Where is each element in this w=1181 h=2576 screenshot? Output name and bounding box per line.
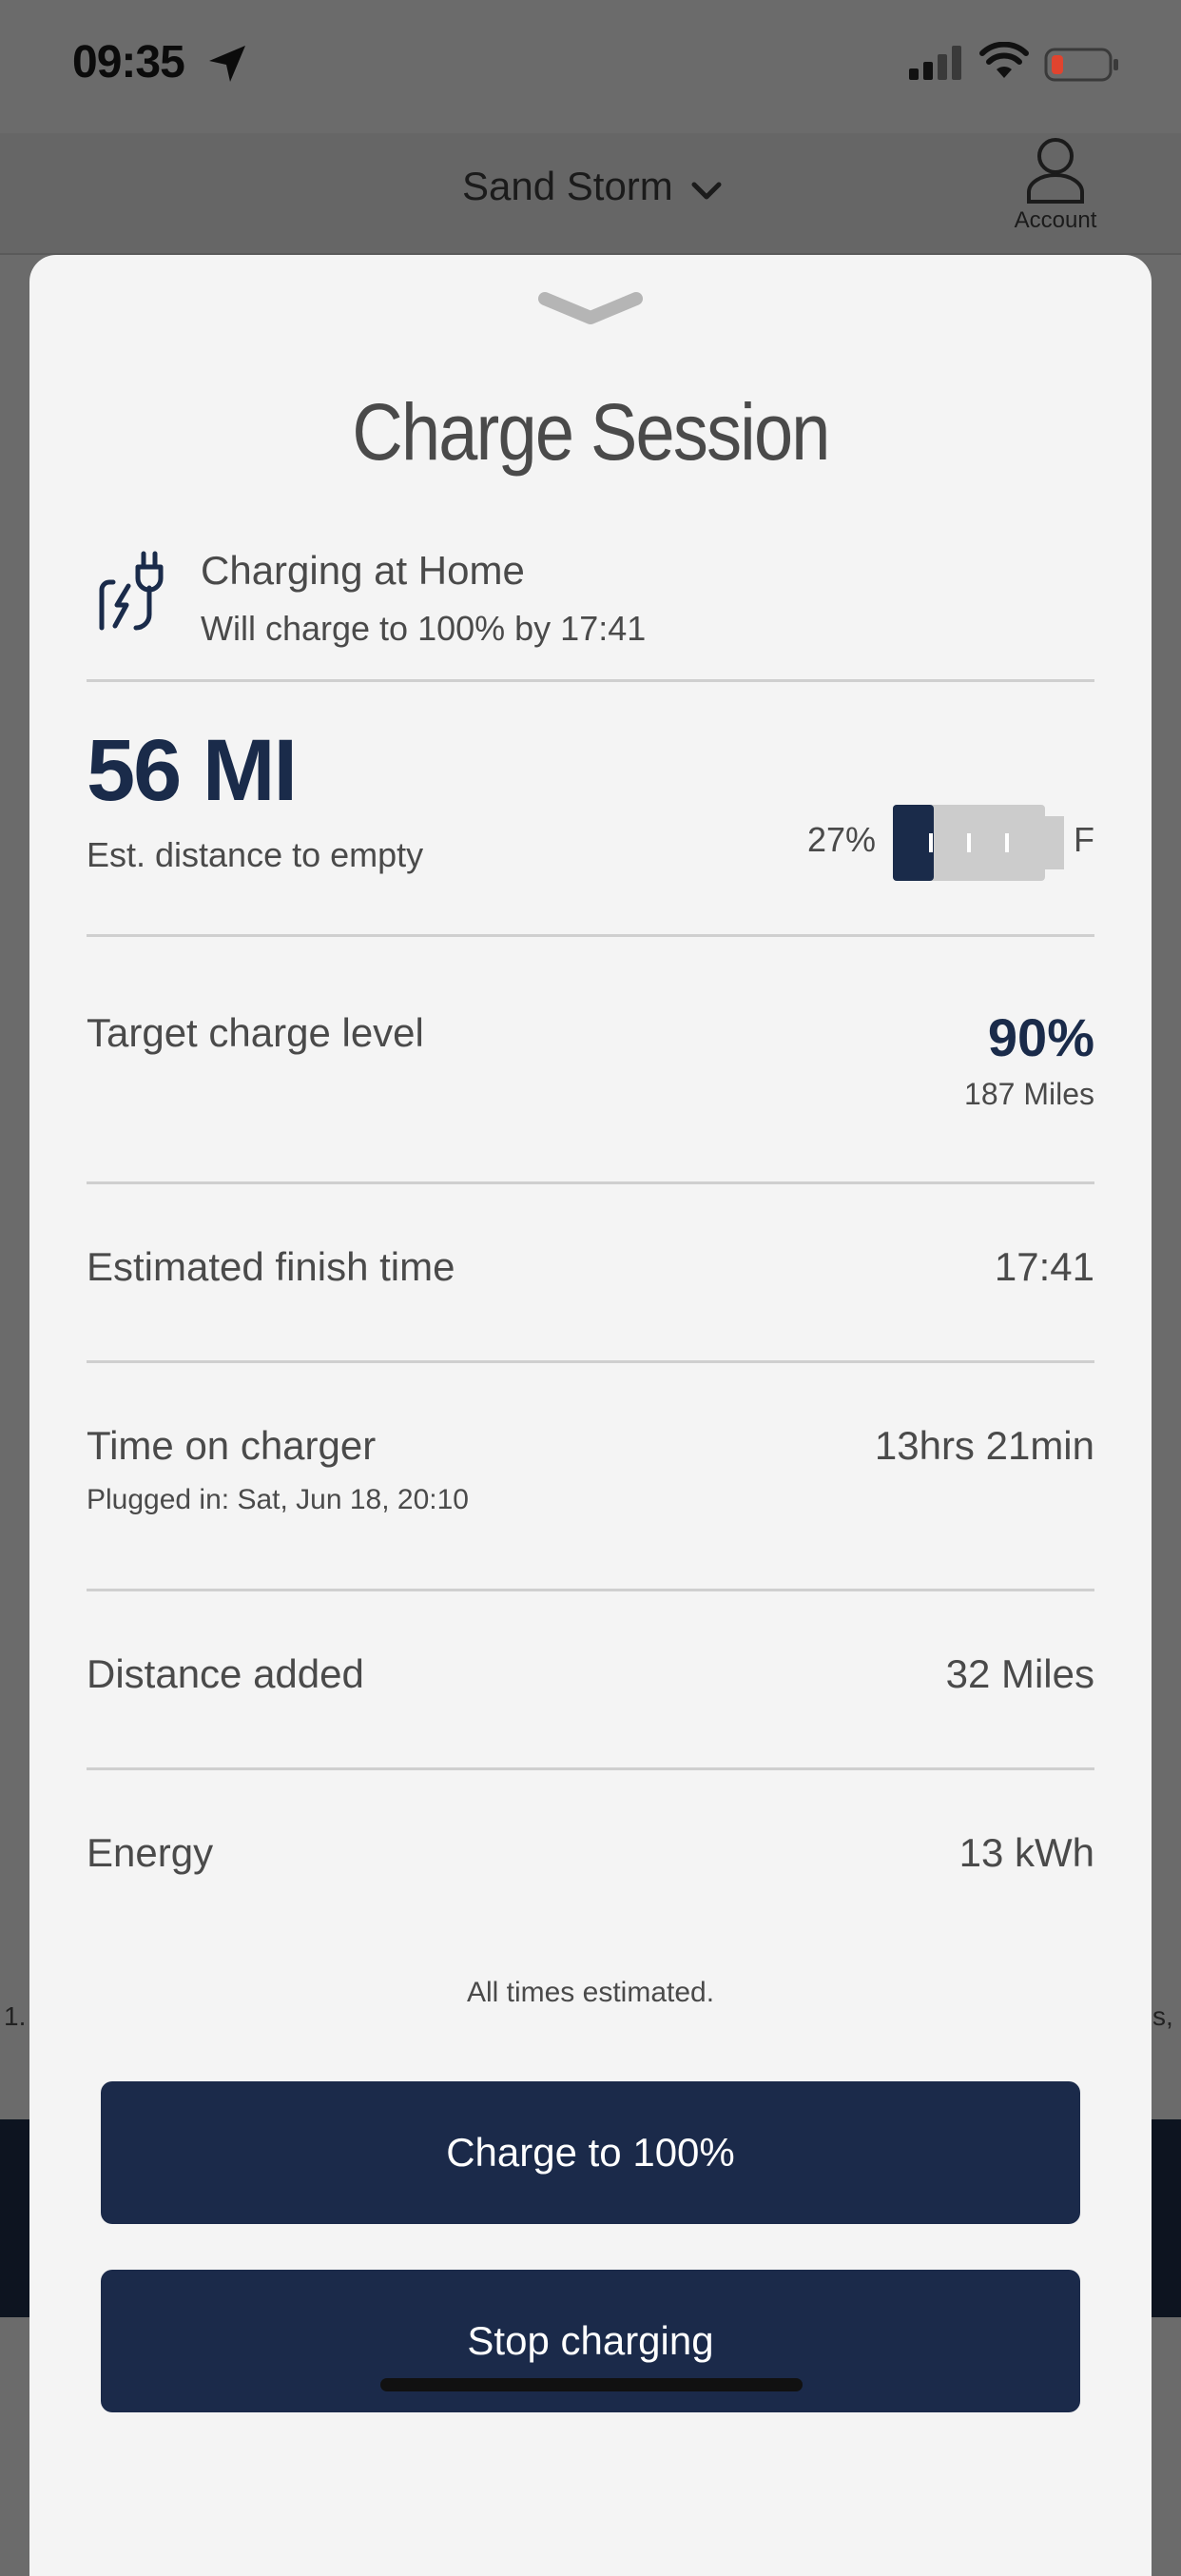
account-label[interactable]: Account (1006, 207, 1105, 234)
charging-location-title: Charging at Home (201, 548, 525, 593)
divider (87, 1181, 1094, 1184)
distance-added-label: Distance added (87, 1651, 364, 1696)
estimate-footnote: All times estimated. (466, 1977, 715, 2008)
divider (87, 934, 1094, 937)
battery-percent: 27% (807, 820, 877, 859)
divider (87, 1767, 1094, 1770)
energy-label: Energy (87, 1830, 214, 1875)
charge-session-sheet: Charge Session Charging at Home Will cha… (29, 255, 1152, 2576)
account-icon[interactable] (1025, 135, 1086, 208)
divider (87, 679, 1094, 682)
range-value: 56 MI (87, 722, 298, 819)
background-text-fragment: 1. (4, 2001, 27, 2031)
chevron-down-icon[interactable] (690, 181, 723, 206)
time-on-charger-label: Time on charger (87, 1423, 377, 1468)
divider (87, 1360, 1094, 1363)
home-indicator[interactable] (380, 2378, 803, 2391)
plug-lightning-icon (88, 546, 174, 642)
sheet-grabber-chevron-icon[interactable] (537, 289, 644, 336)
battery-gauge-terminal (1045, 816, 1064, 869)
background-text-fragment: s, (1152, 2001, 1173, 2031)
location-arrow-icon (207, 44, 247, 88)
charging-eta-subtitle: Will charge to 100% by 17:41 (201, 609, 647, 648)
charge-to-100-button[interactable]: Charge to 100% (101, 2081, 1080, 2224)
sheet-title: Charge Session (352, 387, 830, 477)
wifi-icon (979, 41, 1029, 85)
energy-value: 13 kWh (958, 1830, 1094, 1875)
status-time: 09:35 (72, 37, 185, 88)
target-charge-value: 90% (987, 1007, 1094, 1067)
cellular-signal-icon (909, 46, 962, 85)
status-bar: 09:35 (0, 0, 1181, 133)
time-on-charger-value: 13hrs 21min (874, 1423, 1094, 1468)
battery-full-label: F (1074, 820, 1094, 859)
battery-gauge (893, 803, 1066, 888)
target-charge-miles: 187 Miles (964, 1077, 1094, 1111)
distance-added-value: 32 Miles (945, 1651, 1094, 1696)
vehicle-selector[interactable]: Sand Storm (462, 164, 673, 209)
plugged-in-timestamp: Plugged in: Sat, Jun 18, 20:10 (87, 1484, 469, 1515)
finish-time-label: Estimated finish time (87, 1244, 455, 1289)
target-charge-label: Target charge level (87, 1010, 424, 1055)
range-label: Est. distance to empty (87, 835, 424, 874)
divider (87, 1589, 1094, 1591)
battery-low-icon (1044, 48, 1120, 87)
finish-time-value: 17:41 (994, 1244, 1094, 1289)
battery-gauge-fill (893, 805, 934, 881)
